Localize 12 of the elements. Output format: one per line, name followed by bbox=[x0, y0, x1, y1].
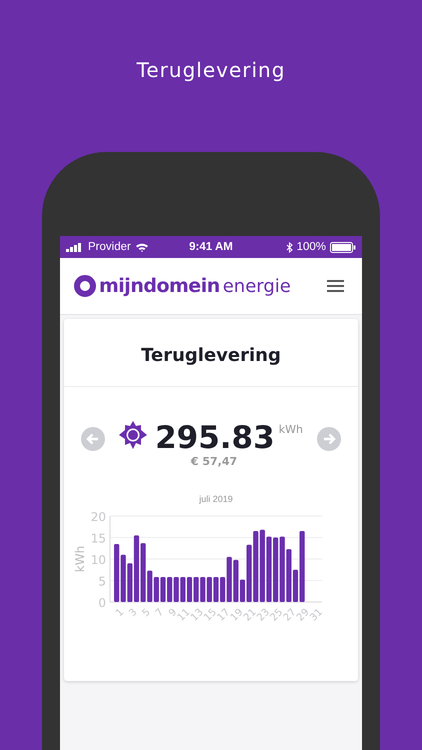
brand-suffix: energie bbox=[222, 276, 291, 296]
page-title: Teruglevering bbox=[136, 58, 286, 84]
status-time: 9:41 AM bbox=[189, 241, 233, 253]
carrier-name: Provider bbox=[88, 241, 131, 253]
battery-percent: 100% bbox=[296, 241, 326, 253]
amount-value: € 57,47 bbox=[190, 455, 238, 468]
brand-name: mijndomein bbox=[99, 275, 220, 297]
axis-label: kWh bbox=[73, 546, 87, 572]
chart-title: juli 2019 bbox=[199, 494, 233, 504]
energy-unit: kWh bbox=[278, 423, 303, 436]
energy-value: 295.83 bbox=[155, 421, 275, 455]
card-title: Teruglevering bbox=[64, 319, 358, 387]
